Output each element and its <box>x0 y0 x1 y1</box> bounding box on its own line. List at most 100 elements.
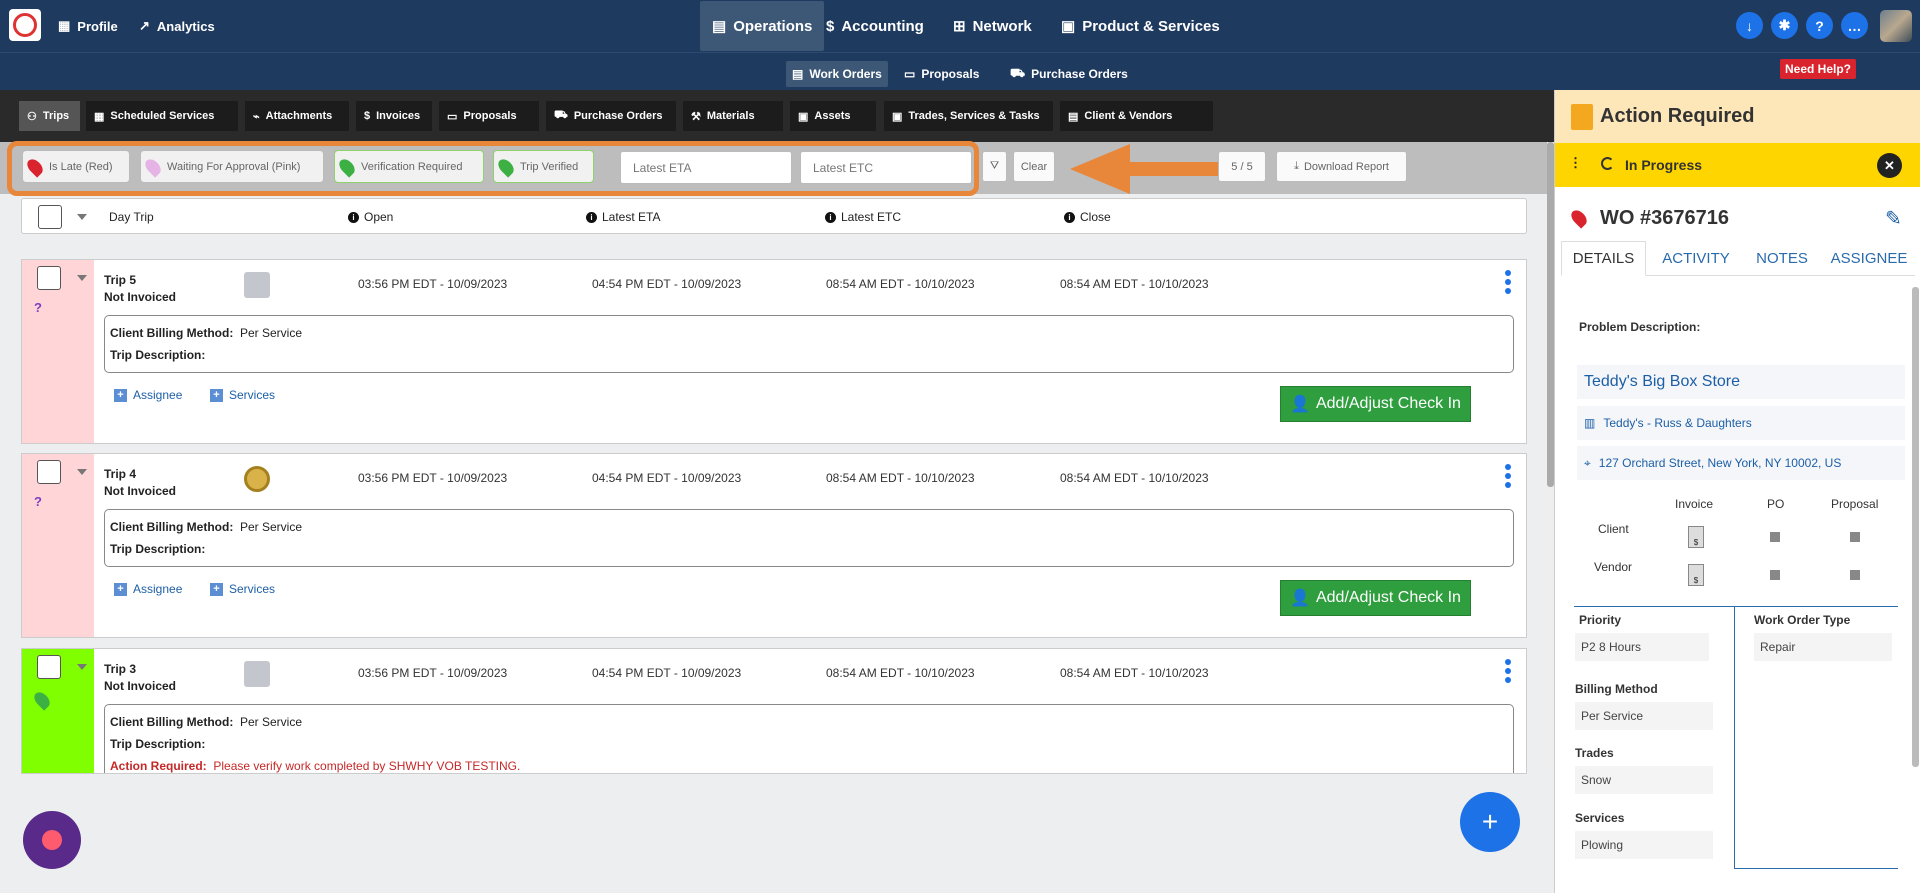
nav-network[interactable]: ⊞ Network <box>953 0 1032 52</box>
client-invoice-icon[interactable]: $ <box>1688 526 1704 548</box>
add-assignee-link[interactable]: + Assignee <box>114 388 182 402</box>
nav-operations[interactable]: ▤ Operations <box>700 1 825 51</box>
client-proposal-icon[interactable] <box>1850 532 1860 542</box>
briefcase-icon: ▣ <box>892 110 903 123</box>
proposal-icon: ▭ <box>447 110 458 123</box>
nav-product-services[interactable]: ▣ Product & Services <box>1061 0 1220 52</box>
download-app-icon[interactable]: ↓ <box>1736 12 1763 39</box>
tab-activity[interactable]: ACTIVITY <box>1651 241 1741 276</box>
need-help-button[interactable]: Need Help? <box>1780 59 1857 79</box>
chat-bubble-button[interactable] <box>23 811 81 869</box>
tab-client-vendors[interactable]: ▤ Client & Vendors <box>1060 101 1213 131</box>
tab-invoices[interactable]: $ Invoices <box>356 101 432 131</box>
profile-icon: ▦ <box>58 18 71 33</box>
calendar-icon: ▦ <box>94 110 105 123</box>
user-check-icon: 👤 <box>1290 590 1310 607</box>
trip-open-date: 03:56 PM EDT - 10/09/2023 <box>358 666 508 680</box>
settings-gear-icon[interactable]: ✱ <box>1771 12 1798 39</box>
edit-pencil-icon[interactable]: ✎ <box>1885 206 1902 231</box>
subnav-work-orders[interactable]: ▤ Work Orders <box>786 61 888 87</box>
grid-header-proposal: Proposal <box>1831 497 1879 511</box>
trip-checkbox[interactable] <box>37 655 61 679</box>
add-services-link[interactable]: + Services <box>210 582 275 596</box>
col-day-trip[interactable]: Day Trip <box>109 210 154 224</box>
tab-purchase-orders[interactable]: ⛟ Purchase Orders <box>546 101 676 131</box>
download-report-button[interactable]: ⤓ Download Report <box>1276 151 1407 182</box>
seal-icon <box>244 466 270 492</box>
col-latest-eta[interactable]: i Latest ETA <box>586 210 660 224</box>
add-fab-button[interactable]: + <box>1460 792 1520 852</box>
services-label: Services <box>1575 811 1625 825</box>
store-name-link[interactable]: Teddy's Big Box Store <box>1577 365 1905 399</box>
cart-icon: ⛟ <box>1010 66 1026 80</box>
tab-proposals[interactable]: ▭ Proposals <box>439 101 539 131</box>
top-navbar: ▦ Profile ↗ Analytics ▤ Operations $ Account… <box>0 0 1920 52</box>
select-all-checkbox[interactable] <box>38 205 62 229</box>
grid-row-vendor: Vendor <box>1594 560 1633 574</box>
trip-title: Trip 3 Not Invoiced <box>104 662 177 693</box>
trips-icon: ⚇ <box>27 110 37 123</box>
trip-checkbox[interactable] <box>37 460 61 484</box>
tab-materials[interactable]: ⚒ Materials <box>683 101 783 131</box>
nav-accounting[interactable]: $ Accounting <box>826 0 924 52</box>
tab-details[interactable]: DETAILS <box>1561 241 1646 276</box>
red-pin-icon <box>1568 207 1590 229</box>
col-close[interactable]: i Close <box>1064 210 1111 224</box>
chart-icon: ↗ <box>139 18 150 33</box>
chevron-down-icon[interactable] <box>77 214 87 220</box>
building-icon: ▥ <box>1584 416 1596 430</box>
add-assignee-link[interactable]: + Assignee <box>114 582 182 596</box>
chevron-down-icon[interactable] <box>77 664 87 670</box>
action-required-header: Action Required <box>1555 90 1920 143</box>
chevron-down-icon[interactable] <box>77 469 87 475</box>
tab-assignee[interactable]: ASSIGNEE <box>1823 241 1915 276</box>
subnav-purchase-orders[interactable]: ⛟ Purchase Orders <box>1004 61 1134 87</box>
more-options-icon[interactable] <box>1505 464 1511 488</box>
info-icon: i <box>348 211 359 223</box>
building-icon <box>244 272 270 298</box>
close-icon[interactable]: ✕ <box>1877 153 1902 178</box>
vendor-invoice-icon[interactable]: $ <box>1688 564 1704 586</box>
address-link[interactable]: ⌖ 127 Orchard Street, New York, NY 10002,… <box>1577 446 1905 480</box>
add-adjust-checkin-button[interactable]: 👤 Add/Adjust Check In <box>1280 580 1471 616</box>
subnav-proposals[interactable]: ▭ Proposals <box>898 61 985 87</box>
vendor-proposal-icon[interactable] <box>1850 570 1860 580</box>
panel-scrollbar[interactable] <box>1912 287 1919 767</box>
grid-row-client: Client <box>1598 522 1629 536</box>
vendor-po-icon[interactable] <box>1770 570 1780 580</box>
company-logo[interactable] <box>9 9 41 41</box>
clear-filters-button[interactable]: Clear <box>1013 151 1055 182</box>
proposal-icon: ▭ <box>904 67 916 81</box>
user-avatar[interactable] <box>1880 10 1912 42</box>
chevron-down-icon[interactable] <box>77 275 87 281</box>
col-latest-etc[interactable]: i Latest ETC <box>825 210 901 224</box>
tab-attachments[interactable]: ⌁ Attachments <box>245 101 349 131</box>
drag-handle-icon[interactable]: ⋮ <box>1569 155 1582 171</box>
map-pin-icon: ⌖ <box>1584 455 1591 470</box>
tab-notes[interactable]: NOTES <box>1747 241 1817 276</box>
location-link[interactable]: ▥ Teddy's - Russ & Daughters <box>1577 406 1905 440</box>
chat-icon[interactable]: … <box>1841 12 1868 39</box>
tab-trips[interactable]: ⚇ Trips <box>19 101 80 131</box>
add-adjust-checkin-button[interactable]: 👤 Add/Adjust Check In <box>1280 386 1471 422</box>
trip-checkbox[interactable] <box>37 266 61 290</box>
more-options-icon[interactable] <box>1505 659 1511 683</box>
help-icon[interactable]: ? <box>1806 12 1833 39</box>
filter-icon[interactable]: ⛛ <box>982 151 1007 182</box>
services-value: Plowing <box>1575 831 1713 859</box>
add-services-link[interactable]: + Services <box>210 388 275 402</box>
more-options-icon[interactable] <box>1505 270 1511 294</box>
green-pin-icon <box>31 689 53 711</box>
trip-eta-date: 04:54 PM EDT - 10/09/2023 <box>592 666 742 680</box>
briefcase-icon: ▣ <box>1061 18 1076 35</box>
tab-scheduled-services[interactable]: ▦ Scheduled Services <box>86 101 238 131</box>
nav-profile[interactable]: ▦ Profile <box>58 0 118 52</box>
main-scrollbar[interactable] <box>1547 142 1554 772</box>
col-open[interactable]: i Open <box>348 210 393 224</box>
tab-trades-services-tasks[interactable]: ▣ Trades, Services & Tasks <box>884 101 1053 131</box>
nav-analytics[interactable]: ↗ Analytics <box>139 0 215 52</box>
trip-etc-date: 08:54 AM EDT - 10/10/2023 <box>826 666 975 680</box>
client-po-icon[interactable] <box>1770 532 1780 542</box>
tab-assets[interactable]: ▣ Assets <box>790 101 876 131</box>
pink-pin-icon: ? <box>34 494 42 509</box>
